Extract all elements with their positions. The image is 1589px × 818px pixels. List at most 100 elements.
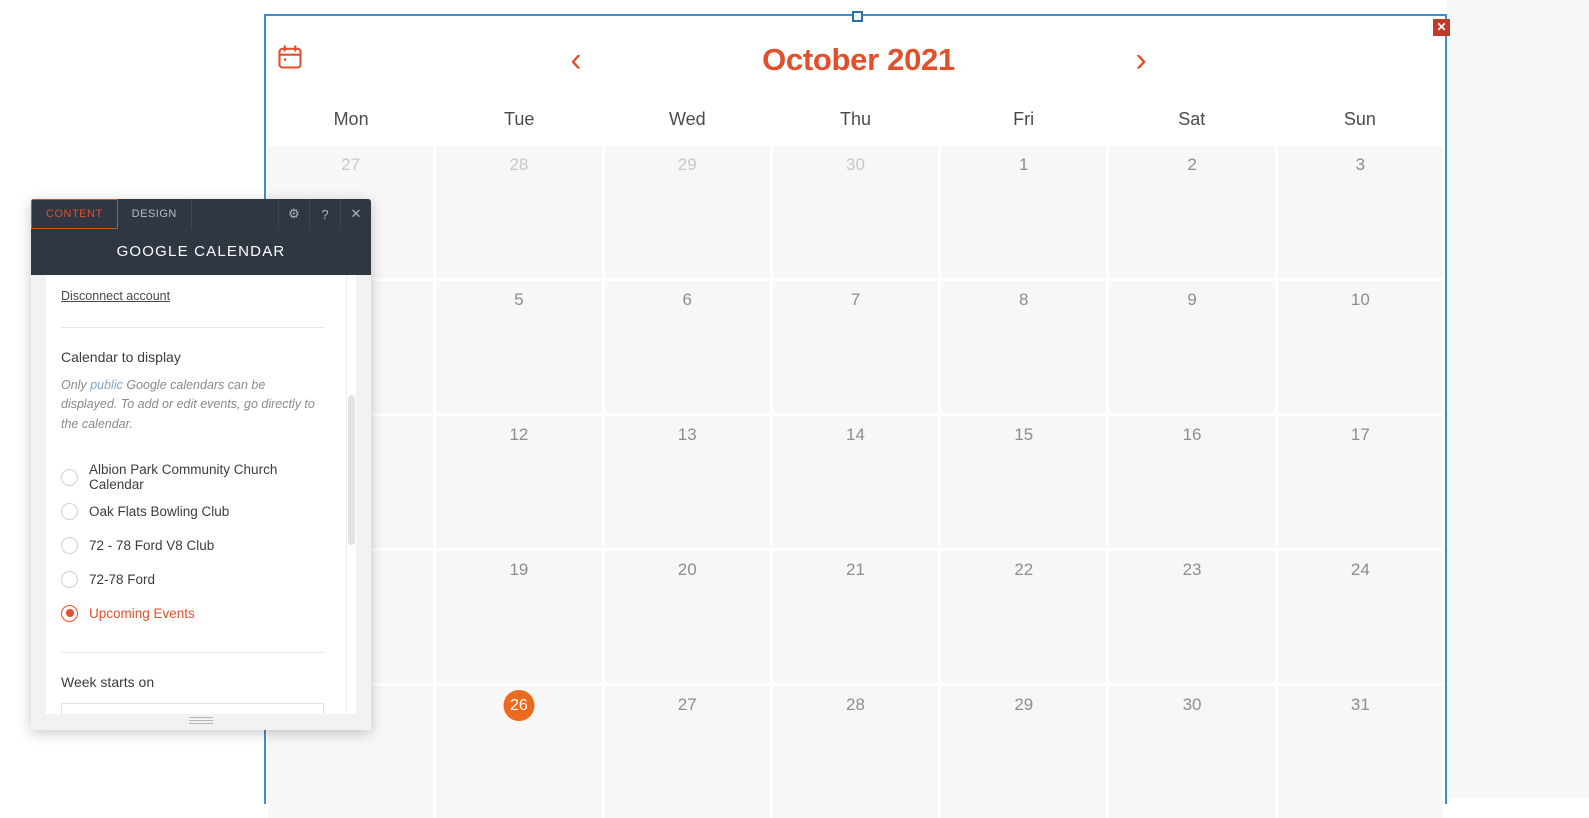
day-cell[interactable]: 9 [1109, 281, 1275, 413]
day-cell[interactable]: 24 [1277, 551, 1443, 683]
day-cell[interactable]: 12 [436, 416, 602, 548]
panel-body-wrapper: Disconnect account Calendar to display O… [31, 275, 371, 730]
day-cell[interactable]: 28 [436, 146, 602, 278]
day-cell[interactable]: 29 [604, 146, 770, 278]
day-cell[interactable]: 1 [941, 146, 1107, 278]
day-cell[interactable]: 27 [604, 686, 770, 818]
calendar-radio-label: 72 - 78 Ford V8 Club [89, 537, 215, 553]
week-starts-on-select[interactable] [61, 703, 324, 714]
weekday-sat: Sat [1178, 109, 1206, 129]
day-number: 2 [1187, 155, 1197, 174]
calendar-header: ‹ October 2021 › [266, 16, 1445, 104]
day-number: 1 [1019, 155, 1029, 174]
tab-design[interactable]: DESIGN [118, 199, 192, 229]
day-cell[interactable]: 30 [772, 146, 939, 278]
day-cell[interactable]: 2 [1109, 146, 1275, 278]
calendar-radio-label: Upcoming Events [89, 605, 195, 621]
public-link[interactable]: public [90, 378, 123, 392]
day-number: 16 [1182, 425, 1202, 444]
day-number: 3 [1355, 155, 1366, 174]
day-cell[interactable]: 16 [1109, 416, 1275, 548]
day-cell[interactable]: 22 [941, 551, 1107, 683]
day-number: 10 [1350, 290, 1370, 309]
close-icon[interactable]: ✕ [341, 199, 371, 229]
google-calendar-widget[interactable]: ✕ ‹ October 2021 › Mon Tue Wed Thu Fri Sat Sun… [264, 11, 1450, 818]
weekday-thu: Thu [839, 109, 871, 129]
day-number: 8 [1019, 290, 1029, 309]
day-number: 27 [677, 695, 697, 714]
day-number: 28 [846, 695, 865, 714]
calendar-radio-option[interactable]: 72 - 78 Ford V8 Club [61, 528, 324, 562]
day-cell[interactable]: 15 [941, 416, 1107, 548]
day-cell[interactable]: 8 [941, 281, 1107, 413]
prev-month-button[interactable]: ‹ [556, 38, 596, 82]
day-cell[interactable]: 17 [1277, 416, 1443, 548]
day-cell[interactable]: 30 [1109, 686, 1275, 818]
day-number: 27 [341, 155, 361, 174]
day-cell[interactable]: 10 [1277, 281, 1443, 413]
hint-text-before: Only [61, 378, 91, 392]
resize-handle-top[interactable] [852, 11, 863, 22]
weekday-tue: Tue [504, 109, 535, 129]
radio-icon[interactable] [61, 468, 78, 486]
weekday-wed: Wed [669, 109, 706, 129]
day-cell[interactable]: 23 [1109, 551, 1275, 683]
day-cell[interactable]: 3 [1277, 146, 1443, 278]
panel-title: GOOGLE CALENDAR [31, 229, 371, 275]
calendar-title: October 2021 [762, 42, 955, 77]
day-cell[interactable]: 7 [772, 281, 939, 413]
panel-scrollbar-thumb[interactable] [348, 395, 355, 545]
radio-icon[interactable] [61, 570, 78, 588]
radio-icon[interactable] [61, 536, 78, 554]
day-cell[interactable]: 6 [604, 281, 770, 413]
calendar-to-display-hint: Only public Google calendars can be disp… [61, 376, 324, 434]
next-month-button[interactable]: › [1121, 38, 1161, 82]
panel-resize-handle[interactable] [189, 717, 213, 725]
day-number: 5 [514, 290, 524, 309]
calendar-radio-option[interactable]: Upcoming Events [61, 596, 324, 630]
day-cell[interactable]: 31 [1277, 686, 1443, 818]
radio-icon[interactable] [61, 502, 78, 520]
day-cell[interactable]: 20 [604, 551, 770, 683]
day-cell[interactable]: 14 [772, 416, 939, 548]
calendar-radio-option[interactable]: 72-78 Ford [61, 562, 324, 596]
calendar-radio-option[interactable]: Oak Flats Bowling Club [61, 494, 324, 528]
calendar-radio-label: Oak Flats Bowling Club [89, 503, 230, 519]
calendar-day-grid: 2728293012345678910111213141516171819202… [266, 146, 1445, 818]
page-right-gutter [1447, 0, 1589, 798]
calendar-radio-option[interactable]: Albion Park Community Church Calendar [61, 460, 324, 494]
day-number: 7 [850, 290, 861, 309]
day-number: 29 [677, 155, 697, 174]
weekday-header-row: Mon Tue Wed Thu Fri Sat Sun [266, 104, 1445, 146]
widget-close-button[interactable]: ✕ [1433, 19, 1450, 36]
day-cell[interactable]: 19 [436, 551, 602, 683]
day-number: 19 [509, 560, 529, 579]
day-number: 15 [1014, 425, 1034, 444]
tab-bar-spacer [192, 199, 279, 229]
tab-content[interactable]: CONTENT [31, 199, 118, 229]
calendar-radio-group: Albion Park Community Church Calendar Oak… [61, 460, 324, 630]
panel-scrollbar[interactable] [346, 275, 356, 714]
day-number: 17 [1350, 425, 1370, 444]
gear-icon[interactable]: ⚙ [279, 199, 310, 229]
day-cell[interactable]: 13 [604, 416, 770, 548]
day-cell[interactable]: 28 [772, 686, 939, 818]
day-number: 30 [1182, 695, 1202, 714]
calendar-radio-label: 72-78 Ford [89, 571, 156, 587]
day-number: 24 [1350, 560, 1370, 579]
day-number: 14 [846, 425, 865, 444]
panel-body: Disconnect account Calendar to display O… [46, 275, 356, 714]
help-icon[interactable]: ? [310, 199, 341, 229]
disconnect-account-link[interactable]: Disconnect account [61, 289, 170, 303]
weekday-fri: Fri [1013, 109, 1035, 129]
day-cell[interactable]: 29 [941, 686, 1107, 818]
day-number: 12 [509, 425, 529, 444]
weekday-sun: Sun [1343, 109, 1376, 129]
divider-top [61, 327, 324, 328]
day-number: 22 [1014, 560, 1034, 579]
day-cell-today[interactable]: 26 [436, 686, 602, 818]
radio-icon[interactable] [61, 604, 78, 622]
widget-settings-panel[interactable]: CONTENT DESIGN ⚙ ? ✕ GOOGLE CALENDAR Dis… [31, 199, 371, 730]
day-cell[interactable]: 5 [436, 281, 602, 413]
day-cell[interactable]: 21 [772, 551, 939, 683]
